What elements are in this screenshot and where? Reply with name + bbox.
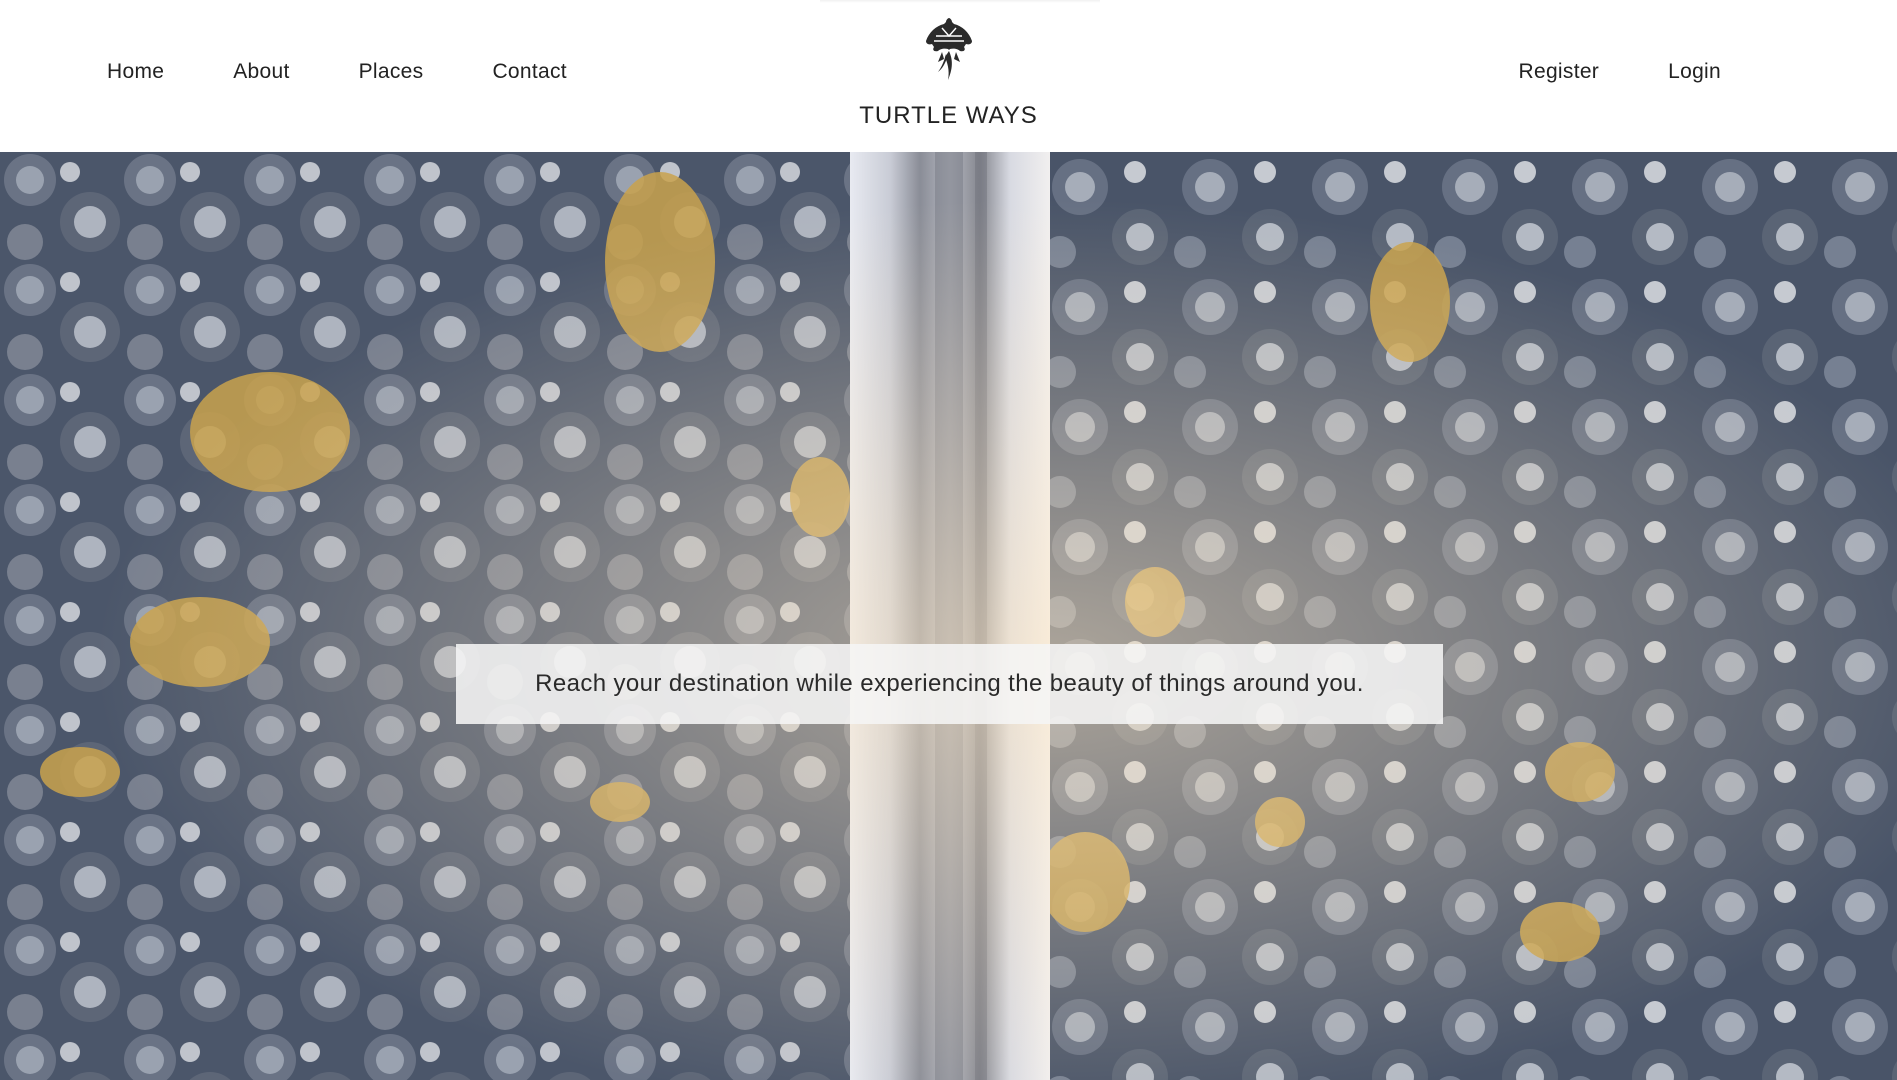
hero-section: Reach your destination while experiencin… bbox=[0, 152, 1897, 1080]
account-nav: Register Login bbox=[1519, 60, 1722, 84]
hero-forest-image bbox=[0, 152, 1897, 1080]
register-link[interactable]: Register bbox=[1519, 60, 1600, 84]
login-link[interactable]: Login bbox=[1668, 60, 1721, 84]
turtle-logo-icon bbox=[925, 18, 972, 80]
brand-name: TURTLE WAYS bbox=[859, 102, 1038, 129]
site-header: Home About Places Contact TURTLE WAYS Re… bbox=[0, 0, 1897, 152]
header-shadow bbox=[820, 0, 1100, 3]
tagline-box: Reach your destination while experiencin… bbox=[456, 644, 1443, 724]
hero-tagline: Reach your destination while experiencin… bbox=[535, 670, 1364, 697]
